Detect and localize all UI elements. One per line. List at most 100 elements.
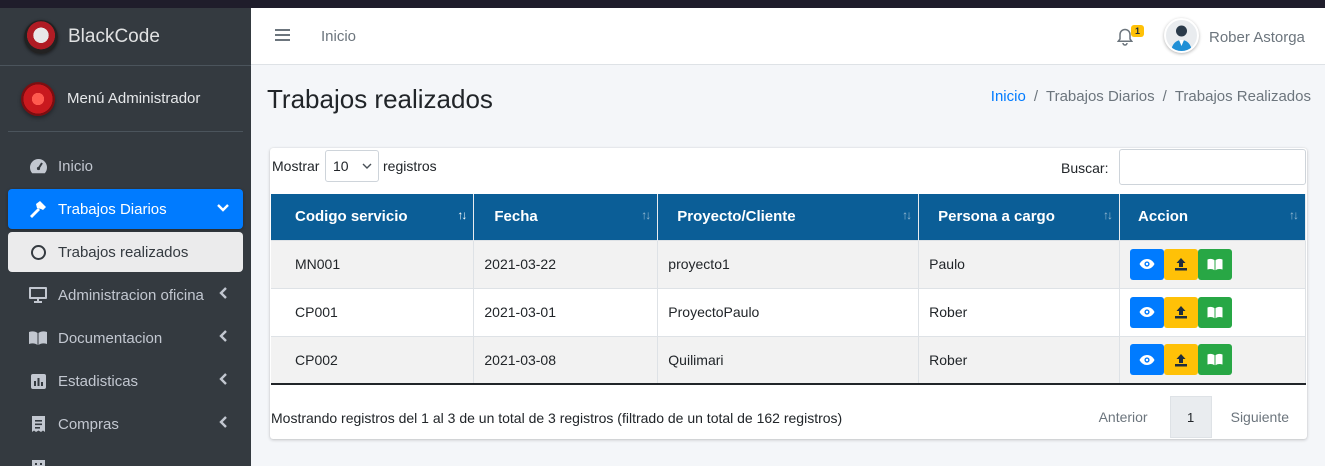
sort-asc-icon: ↑↓ — [457, 208, 467, 222]
cell-person: Rober — [918, 335, 1121, 385]
sidebar-item-administracion-oficina[interactable]: Administracion oficina — [8, 275, 243, 315]
column-header-proyecto[interactable]: Proyecto/Cliente ↑↓ — [657, 194, 920, 240]
sidebar-nav: Inicio Trabajos Diarios Trabajos realiza… — [0, 132, 251, 466]
sidebar-item-documentacion[interactable]: Documentacion — [8, 318, 243, 358]
desktop-icon — [27, 285, 49, 305]
sidebar-item-more[interactable] — [8, 447, 243, 466]
table-row: CP001 2021-03-01 ProyectoPaulo Rober — [271, 287, 1306, 336]
pagination-next[interactable]: Siguiente — [1231, 409, 1289, 425]
cell-actions — [1119, 239, 1306, 288]
sort-icon: ↑↓ — [902, 208, 912, 222]
page-title: Trabajos realizados — [267, 84, 493, 114]
cell-code: CP001 — [271, 287, 475, 336]
table-info: Mostrando registros del 1 al 3 de un tot… — [271, 410, 843, 426]
sidebar-item-label: Estadisticas — [58, 372, 139, 390]
upload-button[interactable] — [1164, 344, 1199, 376]
breadcrumb-separator: / — [1162, 88, 1167, 105]
receipt-icon — [27, 414, 49, 434]
chevron-left-icon — [219, 286, 229, 302]
records-label: registros — [383, 158, 437, 174]
hamburger-menu-icon[interactable] — [275, 29, 290, 43]
documents-button[interactable] — [1198, 248, 1233, 280]
cell-date: 2021-03-08 — [473, 335, 659, 385]
bar-chart-icon — [27, 371, 49, 391]
column-header-codigo[interactable]: Codigo servicio ↑↓ — [271, 194, 475, 240]
tachometer-icon — [27, 156, 49, 176]
view-button[interactable] — [1130, 248, 1165, 280]
user-avatar[interactable] — [1164, 18, 1199, 53]
book-icon — [27, 328, 49, 348]
column-header-fecha[interactable]: Fecha ↑↓ — [473, 194, 659, 240]
sidebar-item-trabajos-realizados[interactable]: Trabajos realizados — [8, 232, 243, 272]
header-user-name[interactable]: Rober Astorga — [1209, 29, 1305, 46]
cell-project: proyecto1 — [657, 239, 920, 288]
cell-date: 2021-03-22 — [473, 239, 659, 288]
upload-button[interactable] — [1164, 296, 1199, 328]
table-header-row: Codigo servicio ↑↓ Fecha ↑↓ Proyecto/Cli… — [271, 194, 1306, 240]
upload-icon — [1175, 306, 1188, 319]
cell-person: Rober — [918, 287, 1121, 336]
cell-actions — [1119, 287, 1306, 336]
sidebar-user-name: Menú Administrador — [67, 90, 201, 107]
show-label: Mostrar — [272, 158, 320, 174]
results-card: Mostrar 10 registros Buscar: Codigo serv… — [270, 148, 1307, 439]
upload-button[interactable] — [1164, 248, 1199, 280]
sort-icon: ↑↓ — [641, 208, 651, 222]
brand-link[interactable]: BlackCode — [0, 8, 251, 66]
notification-badge: 1 — [1131, 25, 1144, 37]
column-header-accion[interactable]: Accion ↑↓ — [1119, 194, 1306, 240]
brand-name: BlackCode — [68, 25, 160, 47]
chevron-down-icon — [362, 151, 372, 194]
book-open-icon — [1207, 306, 1223, 318]
pagination-previous[interactable]: Anterior — [1099, 409, 1148, 425]
breadcrumb-item-active: Trabajos Realizados — [1174, 88, 1311, 105]
breadcrumb-separator: / — [1033, 88, 1038, 105]
book-open-icon — [1207, 258, 1223, 270]
book-open-icon — [1207, 354, 1223, 366]
sidebar-item-inicio[interactable]: Inicio — [8, 146, 243, 186]
cell-code: MN001 — [271, 239, 475, 288]
pagination: Anterior 1 Siguiente — [1099, 396, 1307, 438]
chevron-left-icon — [219, 372, 229, 388]
cell-project: Quilimari — [657, 335, 920, 385]
upload-icon — [1175, 258, 1188, 271]
table-row: MN001 2021-03-22 proyecto1 Paulo — [271, 239, 1306, 288]
cell-actions — [1119, 335, 1306, 385]
view-button[interactable] — [1130, 344, 1165, 376]
sidebar-item-trabajos-diarios[interactable]: Trabajos Diarios — [8, 189, 243, 229]
documents-button[interactable] — [1198, 296, 1233, 328]
sidebar-item-label: Inicio — [58, 157, 94, 175]
documents-button[interactable] — [1198, 344, 1233, 376]
cell-person: Paulo — [918, 239, 1121, 288]
breadcrumb: Inicio / Trabajos Diarios / Trabajos Realiza… — [991, 88, 1311, 105]
sidebar-item-label: Compras — [58, 415, 119, 433]
sidebar-item-label: Trabajos Diarios — [58, 200, 167, 218]
breadcrumb-link-inicio[interactable]: Inicio — [991, 88, 1026, 105]
upload-icon — [1175, 353, 1188, 367]
search-label: Buscar: — [1061, 160, 1109, 176]
search-input[interactable] — [1119, 149, 1306, 185]
circle-icon — [27, 242, 49, 262]
pagination-page-1[interactable]: 1 — [1169, 396, 1212, 438]
sidebar-item-label: Trabajos realizados — [58, 243, 189, 261]
sidebar-item-compras[interactable]: Compras — [8, 404, 243, 444]
sidebar-user-panel[interactable]: Menú Administrador — [8, 66, 243, 132]
sidebar-item-label: Documentacion — [58, 329, 163, 347]
view-button[interactable] — [1130, 296, 1165, 328]
top-navbar: Inicio 1 Rober Astorga — [251, 8, 1325, 65]
cell-date: 2021-03-01 — [473, 287, 659, 336]
header-home-link[interactable]: Inicio — [321, 28, 356, 45]
sidebar-item-estadisticas[interactable]: Estadisticas — [8, 361, 243, 401]
page-size-value: 10 — [333, 158, 349, 174]
eye-icon — [1139, 259, 1155, 269]
chevron-left-icon — [219, 329, 229, 345]
chevron-left-icon — [219, 415, 229, 431]
column-header-persona[interactable]: Persona a cargo ↑↓ — [918, 194, 1121, 240]
sidebar-item-label: Administracion oficina — [58, 286, 204, 304]
breadcrumb-item: Trabajos Diarios — [1045, 88, 1155, 105]
page-size-select[interactable]: 10 — [325, 150, 379, 182]
cell-code: CP002 — [271, 335, 475, 385]
sort-icon: ↑↓ — [1103, 208, 1113, 222]
brand-logo — [24, 19, 58, 54]
hammer-icon — [27, 199, 49, 219]
